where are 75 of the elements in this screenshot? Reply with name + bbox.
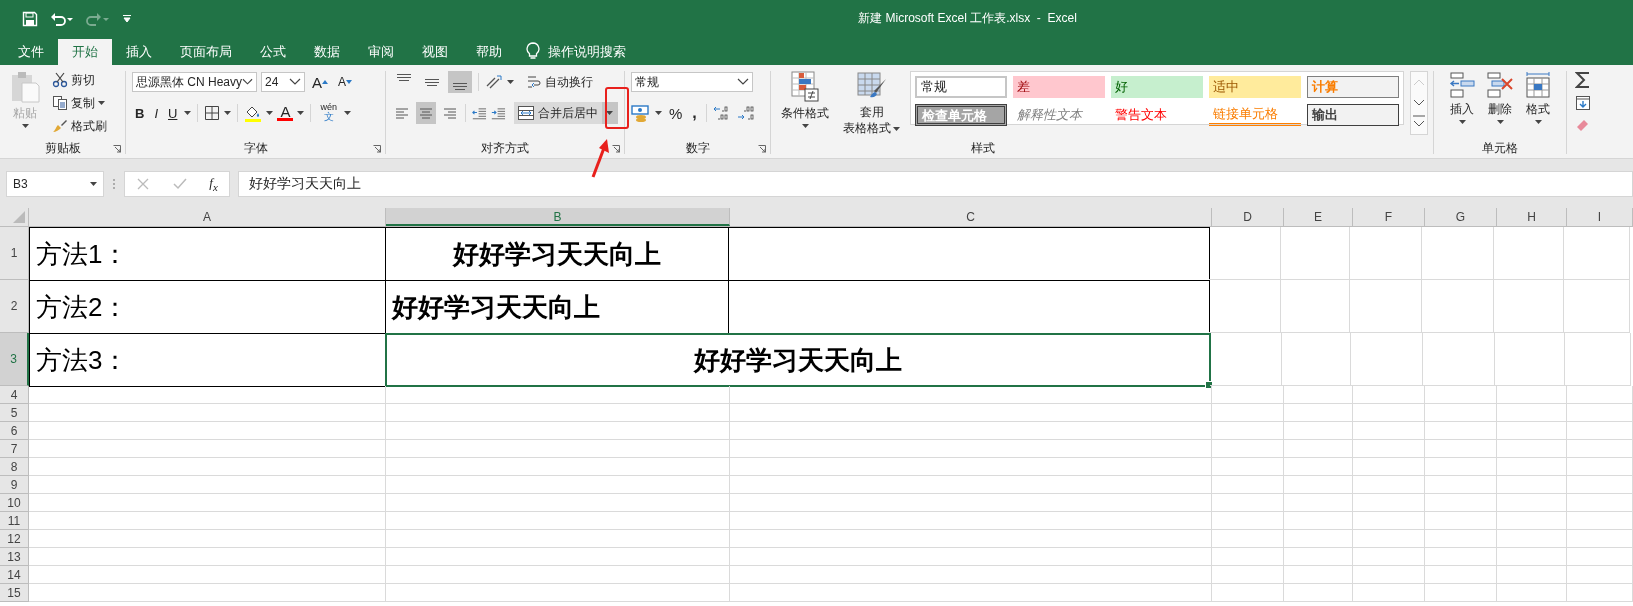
cell-style-item[interactable]: 差	[1013, 76, 1105, 98]
italic-button[interactable]: I	[151, 103, 161, 123]
column-header[interactable]: E	[1284, 208, 1353, 226]
column-header[interactable]: F	[1353, 208, 1425, 226]
group-label: 单元格	[1482, 139, 1518, 157]
table-cell[interactable]: 方法1：	[29, 227, 386, 281]
row-header[interactable]: 3	[0, 333, 29, 386]
insert-cells-button[interactable]: 插入	[1444, 69, 1480, 138]
font-name-dropdown[interactable]: 思源黑体 CN Heavy	[132, 72, 257, 92]
row-header[interactable]: 6	[0, 422, 29, 440]
row-header[interactable]: 7	[0, 440, 29, 458]
row-header[interactable]: 12	[0, 530, 29, 548]
cell-style-item[interactable]: 警告文本	[1111, 104, 1203, 126]
table-cell[interactable]: 方法3：	[29, 333, 386, 387]
row-header[interactable]: 8	[0, 458, 29, 476]
cell-style-item[interactable]: 好	[1111, 76, 1203, 98]
cut-button[interactable]: 剪切	[50, 69, 109, 91]
insert-function-button[interactable]: f$_{x}$	[209, 174, 218, 193]
format-as-table-button[interactable]: 套用 表格格式	[839, 69, 904, 138]
format-cells-button[interactable]: 格式	[1520, 69, 1556, 138]
ribbon-tab[interactable]: 审阅	[354, 39, 408, 65]
grow-font-button[interactable]: A	[309, 72, 331, 92]
row-header[interactable]: 9	[0, 476, 29, 494]
window-title: 新建 Microsoft Excel 工作表.xlsx - Excel	[857, 10, 1078, 27]
row-header[interactable]: 14	[0, 566, 29, 584]
column-header[interactable]: H	[1497, 208, 1567, 226]
comma-style-button[interactable]: ,	[689, 103, 700, 123]
ribbon-tab[interactable]: 数据	[300, 39, 354, 65]
group-label: 字体	[243, 139, 268, 157]
bold-button[interactable]: B	[132, 103, 148, 123]
row-header[interactable]: 13	[0, 548, 29, 566]
row-header[interactable]: 5	[0, 404, 29, 422]
ribbon-tab[interactable]: 插入	[112, 39, 166, 65]
row-header[interactable]: 4	[0, 386, 29, 404]
column-header[interactable]: I	[1567, 208, 1633, 226]
merge-center-button[interactable]: 合并后居中	[514, 102, 618, 124]
phonetic-button[interactable]: wén 文	[317, 103, 340, 123]
ribbon-tab[interactable]: 文件	[4, 39, 58, 65]
conditional-formatting-button[interactable]: 条件格式	[777, 69, 833, 138]
column-header[interactable]: D	[1212, 208, 1284, 226]
delete-cells-button[interactable]: 删除	[1482, 69, 1518, 138]
wrap-text-button[interactable]: 自动换行	[524, 71, 595, 93]
table-cell[interactable]: 好好学习天天向上	[385, 333, 1211, 387]
group-label: 数字	[685, 139, 710, 157]
group-label: 剪贴板	[44, 139, 81, 157]
ribbon-tab[interactable]: 页面布局	[166, 39, 246, 65]
underline-button[interactable]: U	[165, 103, 181, 123]
tell-me-search[interactable]: 操作说明搜索	[548, 39, 626, 65]
ribbon-tab[interactable]: 开始	[58, 39, 112, 65]
copy-button[interactable]: 复制	[50, 92, 109, 114]
shrink-font-button[interactable]: A	[335, 72, 356, 92]
format-painter-button[interactable]: 格式刷	[50, 115, 109, 137]
number-format-dropdown[interactable]: 常规	[631, 72, 753, 92]
percent-button[interactable]: %	[666, 103, 686, 123]
row-header[interactable]: 10	[0, 494, 29, 512]
cell-style-item[interactable]: 输出	[1307, 104, 1399, 126]
column-header[interactable]: C	[730, 208, 1212, 226]
font-color-button[interactable]: A	[277, 105, 294, 121]
group-label: 对齐方式	[481, 139, 529, 157]
name-box[interactable]: B3	[6, 170, 104, 197]
ribbon-tab[interactable]: 视图	[408, 39, 462, 65]
ribbon-tab[interactable]: 公式	[246, 39, 300, 65]
font-size-dropdown[interactable]: 24	[261, 72, 305, 92]
group-label: 样式	[971, 139, 995, 157]
ribbon-tab[interactable]: 帮助	[462, 39, 516, 65]
row-header[interactable]: 11	[0, 512, 29, 530]
column-header[interactable]: G	[1425, 208, 1497, 226]
cell-style-item[interactable]: 解释性文本	[1013, 104, 1105, 126]
column-header[interactable]: B	[386, 208, 730, 226]
formula-input[interactable]: 好好学习天天向上	[238, 170, 1633, 197]
row-header[interactable]: 1	[0, 227, 29, 280]
cell-style-item[interactable]: 常规	[915, 76, 1007, 98]
cell-style-item[interactable]: 适中	[1209, 76, 1301, 98]
row-header[interactable]: 15	[0, 584, 29, 602]
row-header[interactable]: 2	[0, 280, 29, 333]
